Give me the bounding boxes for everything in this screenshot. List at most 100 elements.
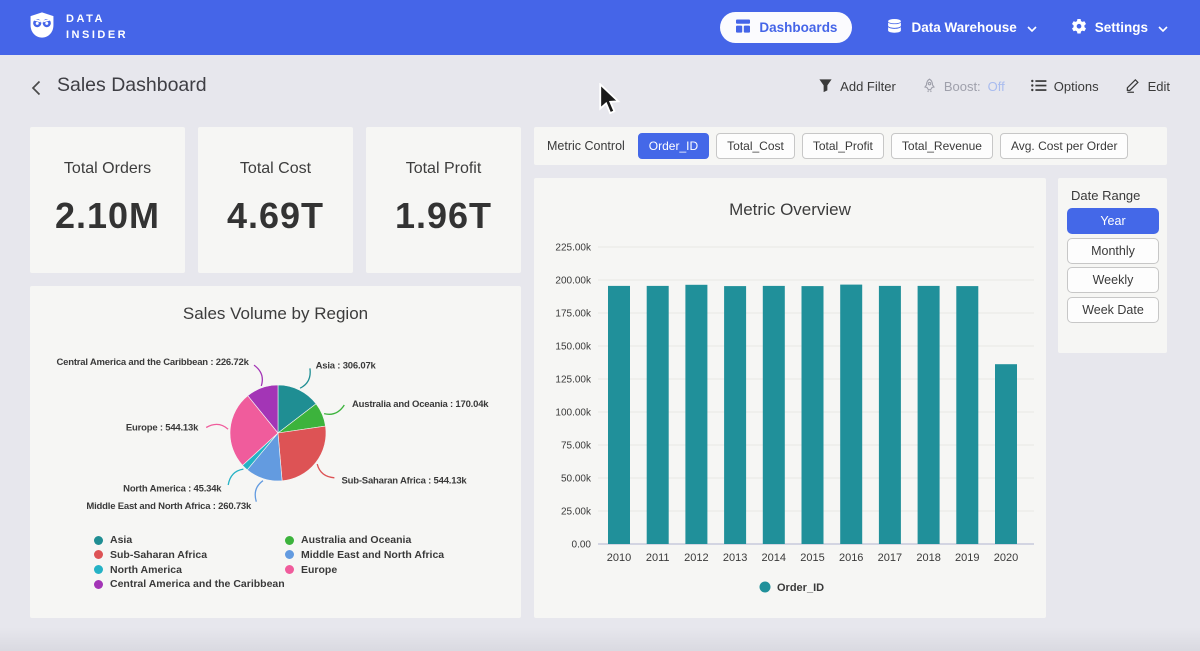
pie-legend-item-central-america-and-the-caribbean[interactable]: Central America and the Caribbean <box>94 578 285 590</box>
legend-label: North America <box>110 564 182 576</box>
rocket-icon <box>922 78 937 96</box>
bar-2020[interactable] <box>995 364 1017 544</box>
pie-chart-title: Sales Volume by Region <box>30 286 521 324</box>
pie-legend-item-north-america[interactable]: North America <box>94 564 182 576</box>
metric-button-total-cost[interactable]: Total_Cost <box>716 133 795 159</box>
legend-label: Central America and the Caribbean <box>110 578 285 590</box>
legend-dot-icon <box>94 565 103 574</box>
metric-control-label: Metric Control <box>547 139 625 153</box>
nav-settings[interactable]: Settings <box>1071 18 1168 37</box>
metric-button-total-revenue[interactable]: Total_Revenue <box>891 133 993 159</box>
brand-name: DATA INSIDER <box>66 12 128 44</box>
boost-state: Off <box>988 79 1005 94</box>
pie-slice-label: Sub-Saharan Africa : 544.13k <box>342 476 468 487</box>
legend-dot-icon <box>285 536 294 545</box>
date-range-monthly[interactable]: Monthly <box>1067 238 1159 264</box>
legend-label: Sub-Saharan Africa <box>110 549 207 561</box>
nav-data-warehouse[interactable]: Data Warehouse <box>886 18 1036 38</box>
y-axis-tick-label: 50.00k <box>561 474 592 485</box>
pie-slice-sub-saharan-africa[interactable] <box>278 426 326 481</box>
nav-dashboards-label: Dashboards <box>759 20 837 35</box>
bar-2016[interactable] <box>840 285 862 544</box>
pie-leader-line <box>317 464 334 478</box>
bar-2012[interactable] <box>685 285 707 544</box>
bar-2019[interactable] <box>956 286 978 544</box>
bar-legend-dot-icon <box>760 582 771 593</box>
dashboards-icon <box>735 18 751 37</box>
nav-dashboards-button[interactable]: Dashboards <box>720 12 852 43</box>
nav-settings-label: Settings <box>1095 20 1148 35</box>
pie-slice-label: Europe : 544.13k <box>126 423 199 434</box>
kpi-card-total-profit: Total Profit1.96T <box>366 127 521 273</box>
pie-slice-label: Middle East and North Africa : 260.73k <box>86 501 252 512</box>
bar-2015[interactable] <box>802 286 824 544</box>
metric-button-order-id[interactable]: Order_ID <box>638 133 709 159</box>
navbar-menu: Dashboards Data Warehouse <box>720 12 1168 43</box>
date-range-week-date[interactable]: Week Date <box>1067 297 1159 323</box>
kpi-label: Total Orders <box>30 160 185 178</box>
metric-buttons: Order_ID Total_Cost Total_Profit Total_Reve… <box>638 133 1129 159</box>
bar-2011[interactable] <box>647 286 669 544</box>
pie-legend-item-asia[interactable]: Asia <box>94 534 132 546</box>
x-axis-tick-label: 2019 <box>955 552 979 564</box>
y-axis-tick-label: 225.00k <box>555 243 592 254</box>
legend-label: Europe <box>301 564 337 576</box>
pie-legend-item-middle-east-and-north-africa[interactable]: Middle East and North Africa <box>285 549 444 561</box>
y-axis-tick-label: 150.00k <box>555 342 592 353</box>
bar-2017[interactable] <box>879 286 901 544</box>
x-axis-tick-label: 2018 <box>916 552 940 564</box>
filter-icon <box>818 78 833 96</box>
y-axis-tick-label: 175.00k <box>555 309 592 320</box>
chevron-down-icon <box>1027 20 1037 35</box>
date-range-year[interactable]: Year <box>1067 208 1159 234</box>
y-axis-tick-label: 200.00k <box>555 276 592 287</box>
edit-button[interactable]: Edit <box>1125 77 1170 96</box>
y-axis-tick-label: 25.00k <box>561 507 592 518</box>
pie-leader-line <box>255 481 263 502</box>
metric-button-total-profit[interactable]: Total_Profit <box>802 133 884 159</box>
legend-dot-icon <box>285 550 294 559</box>
kpi-card-total-cost: Total Cost4.69T <box>198 127 353 273</box>
bar-2014[interactable] <box>763 286 785 544</box>
app-logo[interactable]: DATA INSIDER <box>28 11 128 44</box>
date-range-weekly[interactable]: Weekly <box>1067 267 1159 293</box>
database-icon <box>886 18 903 38</box>
x-axis-tick-label: 2014 <box>762 552 786 564</box>
legend-dot-icon <box>94 550 103 559</box>
options-button[interactable]: Options <box>1031 79 1099 95</box>
bar-chart-title: Metric Overview <box>729 200 852 219</box>
x-axis-tick-label: 2012 <box>684 552 708 564</box>
x-axis-tick-label: 2015 <box>800 552 824 564</box>
pie-legend-item-australia-and-oceania[interactable]: Australia and Oceania <box>285 534 411 546</box>
x-axis-tick-label: 2013 <box>723 552 747 564</box>
x-axis-tick-label: 2017 <box>878 552 902 564</box>
bar-chart-panel: Metric Overview0.0025.00k50.00k75.00k100… <box>534 178 1046 618</box>
nav-data-warehouse-label: Data Warehouse <box>911 20 1016 35</box>
metric-control-panel: Metric Control Order_ID Total_Cost Total_P… <box>534 127 1167 165</box>
legend-dot-icon <box>94 536 103 545</box>
back-button[interactable] <box>26 77 48 99</box>
bar-2010[interactable] <box>608 286 630 544</box>
kpi-card-total-orders: Total Orders 2.10M <box>30 127 185 273</box>
add-filter-button[interactable]: Add Filter <box>818 78 896 96</box>
header-actions: Add Filter Boost:Off <box>818 77 1170 96</box>
pie-chart-panel: Sales Volume by Region Asia : 306.07kAus… <box>30 286 521 618</box>
metric-button-avg-cost-per-order[interactable]: Avg. Cost per Order <box>1000 133 1129 159</box>
list-icon <box>1031 79 1047 95</box>
owl-logo-icon <box>28 11 56 44</box>
footer-shade <box>0 627 1200 651</box>
page-title: Sales Dashboard <box>57 74 207 97</box>
bar-legend-label[interactable]: Order_ID <box>777 582 824 594</box>
kpi-value: 2.10M <box>30 195 185 237</box>
bar-chart: Metric Overview0.0025.00k50.00k75.00k100… <box>534 178 1046 618</box>
bar-2018[interactable] <box>918 286 940 544</box>
pie-leader-line <box>228 469 243 485</box>
legend-dot-icon <box>285 565 294 574</box>
boost-toggle[interactable]: Boost:Off <box>922 78 1005 96</box>
legend-dot-icon <box>94 580 103 589</box>
x-axis-tick-label: 2011 <box>646 552 670 564</box>
pie-legend-item-sub-saharan-africa[interactable]: Sub-Saharan Africa <box>94 549 207 561</box>
pie-leader-line <box>206 424 228 429</box>
pie-legend-item-europe[interactable]: Europe <box>285 564 337 576</box>
bar-2013[interactable] <box>724 286 746 544</box>
